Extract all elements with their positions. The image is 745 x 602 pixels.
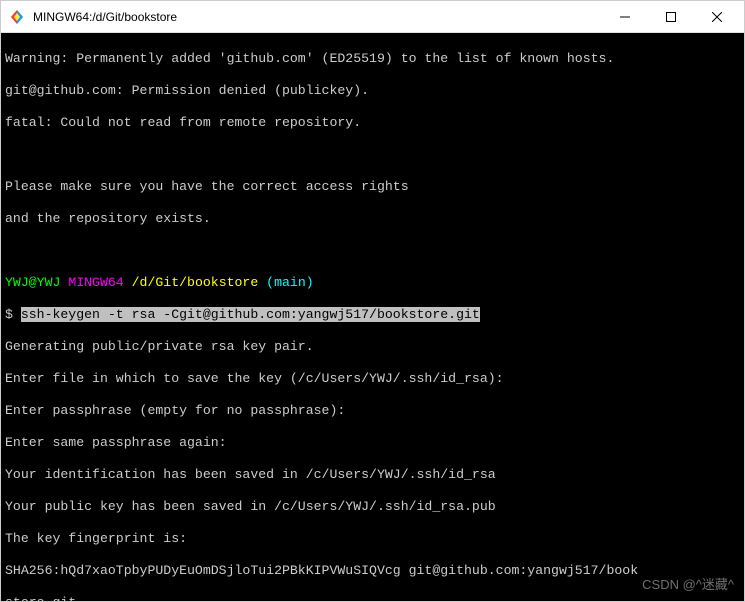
output-line: store.git <box>5 595 740 601</box>
window-title: MINGW64:/d/Git/bookstore <box>33 10 602 24</box>
output-line: Generating public/private rsa key pair. <box>5 339 740 355</box>
app-icon <box>9 9 25 25</box>
output-line: Warning: Permanently added 'github.com' … <box>5 51 740 67</box>
output-line: and the repository exists. <box>5 211 740 227</box>
prompt-path: /d/Git/bookstore <box>132 275 259 290</box>
output-line: fatal: Could not read from remote reposi… <box>5 115 740 131</box>
terminal-area[interactable]: Warning: Permanently added 'github.com' … <box>1 33 744 601</box>
maximize-button[interactable] <box>648 1 694 33</box>
prompt-user: YWJ@YWJ <box>5 275 60 290</box>
output-line: Enter same passphrase again: <box>5 435 740 451</box>
watermark: CSDN @^迷藏^ <box>642 577 734 593</box>
prompt-env: MINGW64 <box>60 275 131 290</box>
prompt-dollar: $ <box>5 307 21 322</box>
output-line: Your public key has been saved in /c/Use… <box>5 499 740 515</box>
command-line: $ ssh-keygen -t rsa -Cgit@github.com:yan… <box>5 307 740 323</box>
output-line: Enter file in which to save the key (/c/… <box>5 371 740 387</box>
minimize-button[interactable] <box>602 1 648 33</box>
window-buttons <box>602 1 740 33</box>
output-line: Your identification has been saved in /c… <box>5 467 740 483</box>
blank-line <box>5 243 740 259</box>
output-line: Please make sure you have the correct ac… <box>5 179 740 195</box>
prompt-branch: (main) <box>258 275 313 290</box>
output-line: Enter passphrase (empty for no passphras… <box>5 403 740 419</box>
output-line: The key fingerprint is: <box>5 531 740 547</box>
output-line: git@github.com: Permission denied (publi… <box>5 83 740 99</box>
prompt-line: YWJ@YWJ MINGW64 /d/Git/bookstore (main) <box>5 275 740 291</box>
blank-line <box>5 147 740 163</box>
selected-command: ssh-keygen -t rsa -Cgit@github.com:yangw… <box>21 307 480 322</box>
close-button[interactable] <box>694 1 740 33</box>
window-frame: MINGW64:/d/Git/bookstore Warning: Perman… <box>0 0 745 602</box>
titlebar[interactable]: MINGW64:/d/Git/bookstore <box>1 1 744 33</box>
output-line: SHA256:hQd7xaoTpbyPUDyEuOmDSjloTui2PBkKI… <box>5 563 740 579</box>
